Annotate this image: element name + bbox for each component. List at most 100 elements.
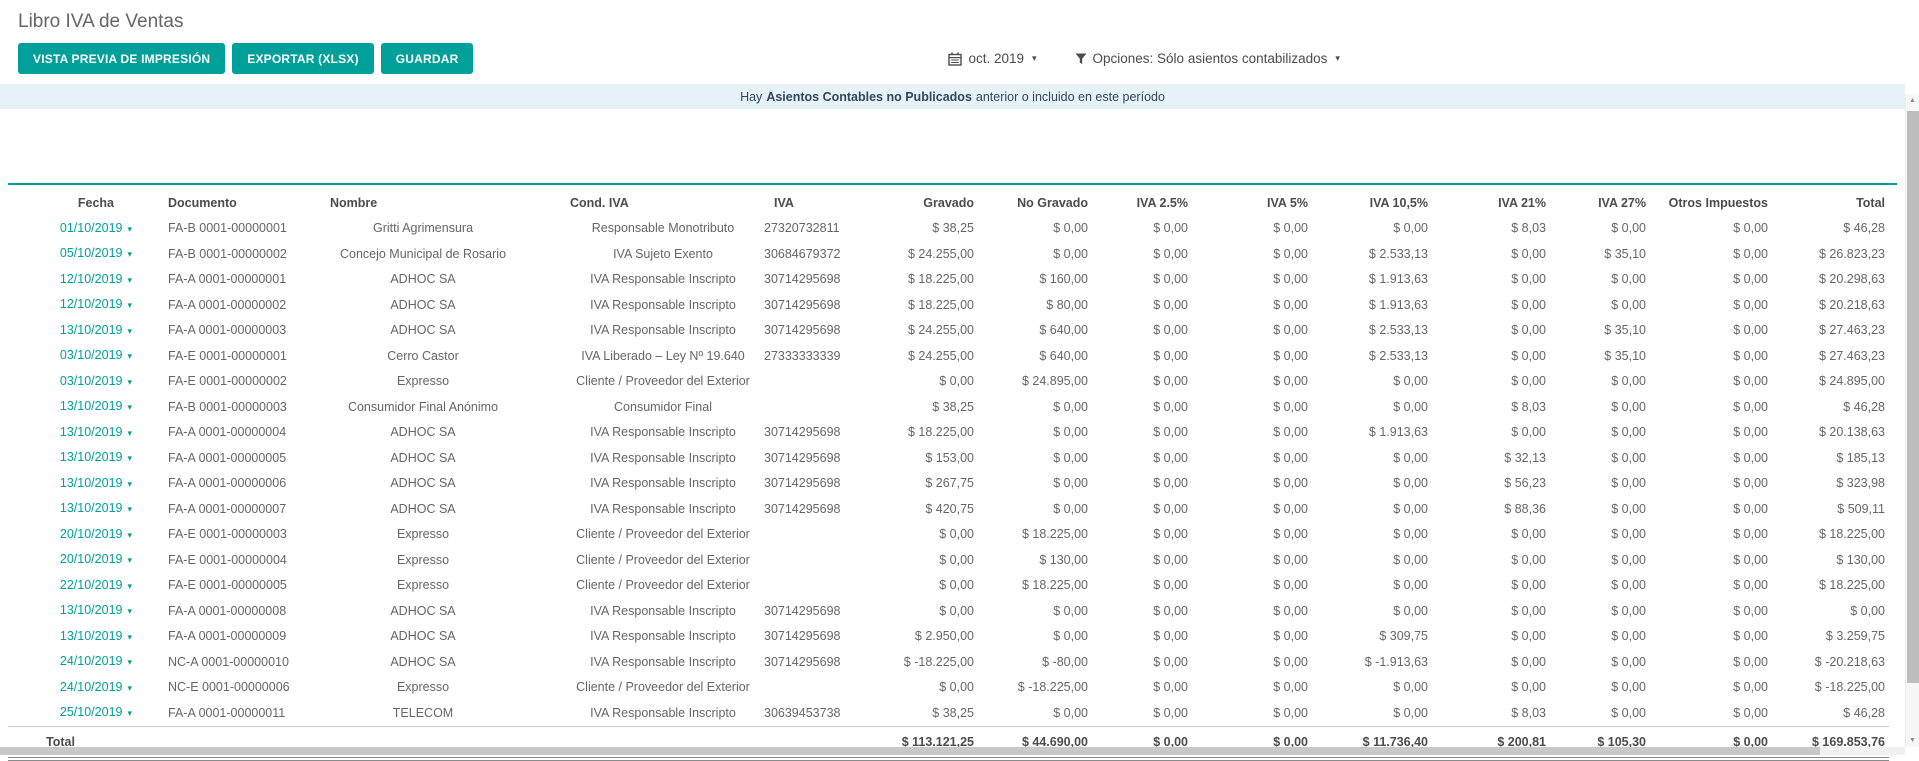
date-dropdown[interactable]: 22/10/2019▾ bbox=[8, 573, 140, 599]
date-dropdown[interactable]: 13/10/2019▾ bbox=[8, 497, 140, 523]
scroll-down-arrow-icon[interactable]: ▼ bbox=[1906, 734, 1919, 747]
table-cell: $ 2.533,13 bbox=[1312, 242, 1432, 268]
date-dropdown[interactable]: 13/10/2019▾ bbox=[8, 471, 140, 497]
date-dropdown[interactable]: 13/10/2019▾ bbox=[8, 395, 140, 421]
caret-down-icon: ▾ bbox=[127, 632, 132, 642]
caret-down-icon: ▾ bbox=[127, 453, 132, 463]
caret-down-icon: ▾ bbox=[127, 300, 132, 310]
table-row: 24/10/2019▾NC-A 0001-00000010ADHOC SAIVA… bbox=[8, 650, 1889, 676]
table-cell: Expresso bbox=[290, 548, 520, 574]
vertical-scrollbar[interactable]: ▲ ▼ bbox=[1905, 94, 1919, 747]
table-cell: $ 8,03 bbox=[1432, 216, 1550, 242]
date-dropdown[interactable]: 03/10/2019▾ bbox=[8, 344, 140, 370]
table-cell: $ 0,00 bbox=[1092, 369, 1192, 395]
table-cell: $ 0,00 bbox=[860, 675, 978, 701]
date-dropdown[interactable]: 13/10/2019▾ bbox=[8, 420, 140, 446]
date-dropdown[interactable]: 24/10/2019▾ bbox=[8, 675, 140, 701]
table-cell: $ 0,00 bbox=[1432, 675, 1550, 701]
table-cell: $ 0,00 bbox=[1192, 267, 1312, 293]
table-cell: $ 0,00 bbox=[1550, 548, 1650, 574]
scroll-up-arrow-icon[interactable]: ▲ bbox=[1906, 94, 1919, 107]
table-cell: $ 640,00 bbox=[978, 318, 1092, 344]
date-value: 12/10/2019 bbox=[60, 297, 123, 311]
table-cell: IVA Responsable Inscripto bbox=[520, 624, 760, 650]
table-row: 13/10/2019▾FA-A 0001-00000004ADHOC SAIVA… bbox=[8, 420, 1889, 446]
table-cell: $ 0,00 bbox=[1550, 216, 1650, 242]
export-xlsx-button[interactable]: EXPORTAR (XLSX) bbox=[232, 43, 373, 74]
table-cell: $ 0,00 bbox=[1312, 446, 1432, 472]
vertical-scrollbar-thumb[interactable] bbox=[1907, 111, 1919, 683]
table-cell: $ 0,00 bbox=[1650, 216, 1772, 242]
caret-down-icon: ▾ bbox=[127, 683, 132, 693]
table-cell: FA-A 0001-00000011 bbox=[140, 701, 290, 727]
horizontal-scrollbar[interactable] bbox=[0, 747, 1905, 755]
table-cell: $ 0,00 bbox=[1192, 242, 1312, 268]
caret-down-icon: ▾ bbox=[127, 249, 132, 259]
date-dropdown[interactable]: 13/10/2019▾ bbox=[8, 624, 140, 650]
table-cell: ADHOC SA bbox=[290, 267, 520, 293]
horizontal-scrollbar-thumb[interactable] bbox=[0, 747, 1820, 755]
table-cell: $ 509,11 bbox=[1772, 497, 1889, 523]
table-cell: $ 0,00 bbox=[1650, 446, 1772, 472]
date-dropdown[interactable]: 12/10/2019 ▾ bbox=[8, 293, 140, 319]
table-row: 13/10/2019▾FA-A 0001-00000006ADHOC SAIVA… bbox=[8, 471, 1889, 497]
date-dropdown[interactable]: 25/10/2019▾ bbox=[8, 701, 140, 727]
date-dropdown[interactable]: 01/10/2019▾ bbox=[8, 216, 140, 242]
table-cell: $ 0,00 bbox=[1092, 318, 1192, 344]
table-cell: $ 0,00 bbox=[1092, 675, 1192, 701]
table-cell: 30714295698 bbox=[760, 318, 860, 344]
date-dropdown[interactable]: 05/10/2019▾ bbox=[8, 242, 140, 268]
table-cell: $ 0,00 bbox=[1650, 573, 1772, 599]
table-cell: $ 267,75 bbox=[860, 471, 978, 497]
table-cell: $ 24.895,00 bbox=[1772, 369, 1889, 395]
period-selector[interactable]: oct. 2019 ▾ bbox=[948, 51, 1036, 66]
date-dropdown[interactable]: 03/10/2019▾ bbox=[8, 369, 140, 395]
table-cell: $ 0,00 bbox=[860, 522, 978, 548]
table-cell: $ 26.823,23 bbox=[1772, 242, 1889, 268]
table-cell: $ 0,00 bbox=[1772, 599, 1889, 625]
table-cell bbox=[760, 395, 860, 421]
date-dropdown[interactable]: 24/10/2019▾ bbox=[8, 650, 140, 676]
date-dropdown[interactable]: 12/10/2019▾ bbox=[8, 267, 140, 293]
table-cell bbox=[760, 369, 860, 395]
date-dropdown[interactable]: 13/10/2019▾ bbox=[8, 446, 140, 472]
table-cell: $ 0,00 bbox=[1192, 369, 1312, 395]
table-cell: $ 0,00 bbox=[1092, 548, 1192, 574]
table-cell: 27320732811 bbox=[760, 216, 860, 242]
caret-down-icon: ▾ bbox=[127, 708, 132, 718]
table-cell: ADHOC SA bbox=[290, 497, 520, 523]
column-header: Gravado bbox=[860, 187, 978, 216]
date-dropdown[interactable]: 13/10/2019▾ bbox=[8, 599, 140, 625]
save-button[interactable]: GUARDAR bbox=[381, 43, 474, 74]
table-cell: $ 3.259,75 bbox=[1772, 624, 1889, 650]
date-value: 13/10/2019 bbox=[60, 501, 123, 515]
table-cell: $ 0,00 bbox=[1650, 344, 1772, 370]
table-cell: $ 38,25 bbox=[860, 701, 978, 727]
caret-down-icon: ▾ bbox=[1335, 53, 1340, 64]
table-cell: $ 323,98 bbox=[1772, 471, 1889, 497]
table-cell: $ 0,00 bbox=[978, 471, 1092, 497]
caret-down-icon: ▾ bbox=[127, 555, 132, 565]
table-cell: Cerro Castor bbox=[290, 344, 520, 370]
table-cell: 30714295698 bbox=[760, 267, 860, 293]
table-cell: $ 0,00 bbox=[1192, 675, 1312, 701]
table-cell: $ 0,00 bbox=[1432, 318, 1550, 344]
date-dropdown[interactable]: 13/10/2019▾ bbox=[8, 318, 140, 344]
table-row: 13/10/2019▾FA-A 0001-00000005ADHOC SAIVA… bbox=[8, 446, 1889, 472]
table-cell: IVA Responsable Inscripto bbox=[520, 293, 760, 319]
date-dropdown[interactable]: 20/10/2019▾ bbox=[8, 548, 140, 574]
table-cell: $ 0,00 bbox=[1312, 369, 1432, 395]
table-cell: $ 46,28 bbox=[1772, 701, 1889, 727]
table-cell: $ 0,00 bbox=[1092, 293, 1192, 319]
options-selector[interactable]: Opciones: Sólo asientos contabilizados ▾ bbox=[1075, 51, 1340, 66]
column-header: Otros Impuestos bbox=[1650, 187, 1772, 216]
table-cell: $ 0,00 bbox=[1432, 548, 1550, 574]
print-preview-button[interactable]: VISTA PREVIA DE IMPRESIÓN bbox=[18, 43, 225, 74]
table-cell: $ 185,13 bbox=[1772, 446, 1889, 472]
options-value: Opciones: Sólo asientos contabilizados bbox=[1093, 51, 1328, 66]
table-row: 13/10/2019▾FA-A 0001-00000008ADHOC SAIVA… bbox=[8, 599, 1889, 625]
table-row: 13/10/2019▾FA-A 0001-00000007ADHOC SAIVA… bbox=[8, 497, 1889, 523]
date-dropdown[interactable]: 20/10/2019▾ bbox=[8, 522, 140, 548]
table-cell: NC-A 0001-00000010 bbox=[140, 650, 290, 676]
table-row: 20/10/2019▾FA-E 0001-00000003ExpressoCli… bbox=[8, 522, 1889, 548]
